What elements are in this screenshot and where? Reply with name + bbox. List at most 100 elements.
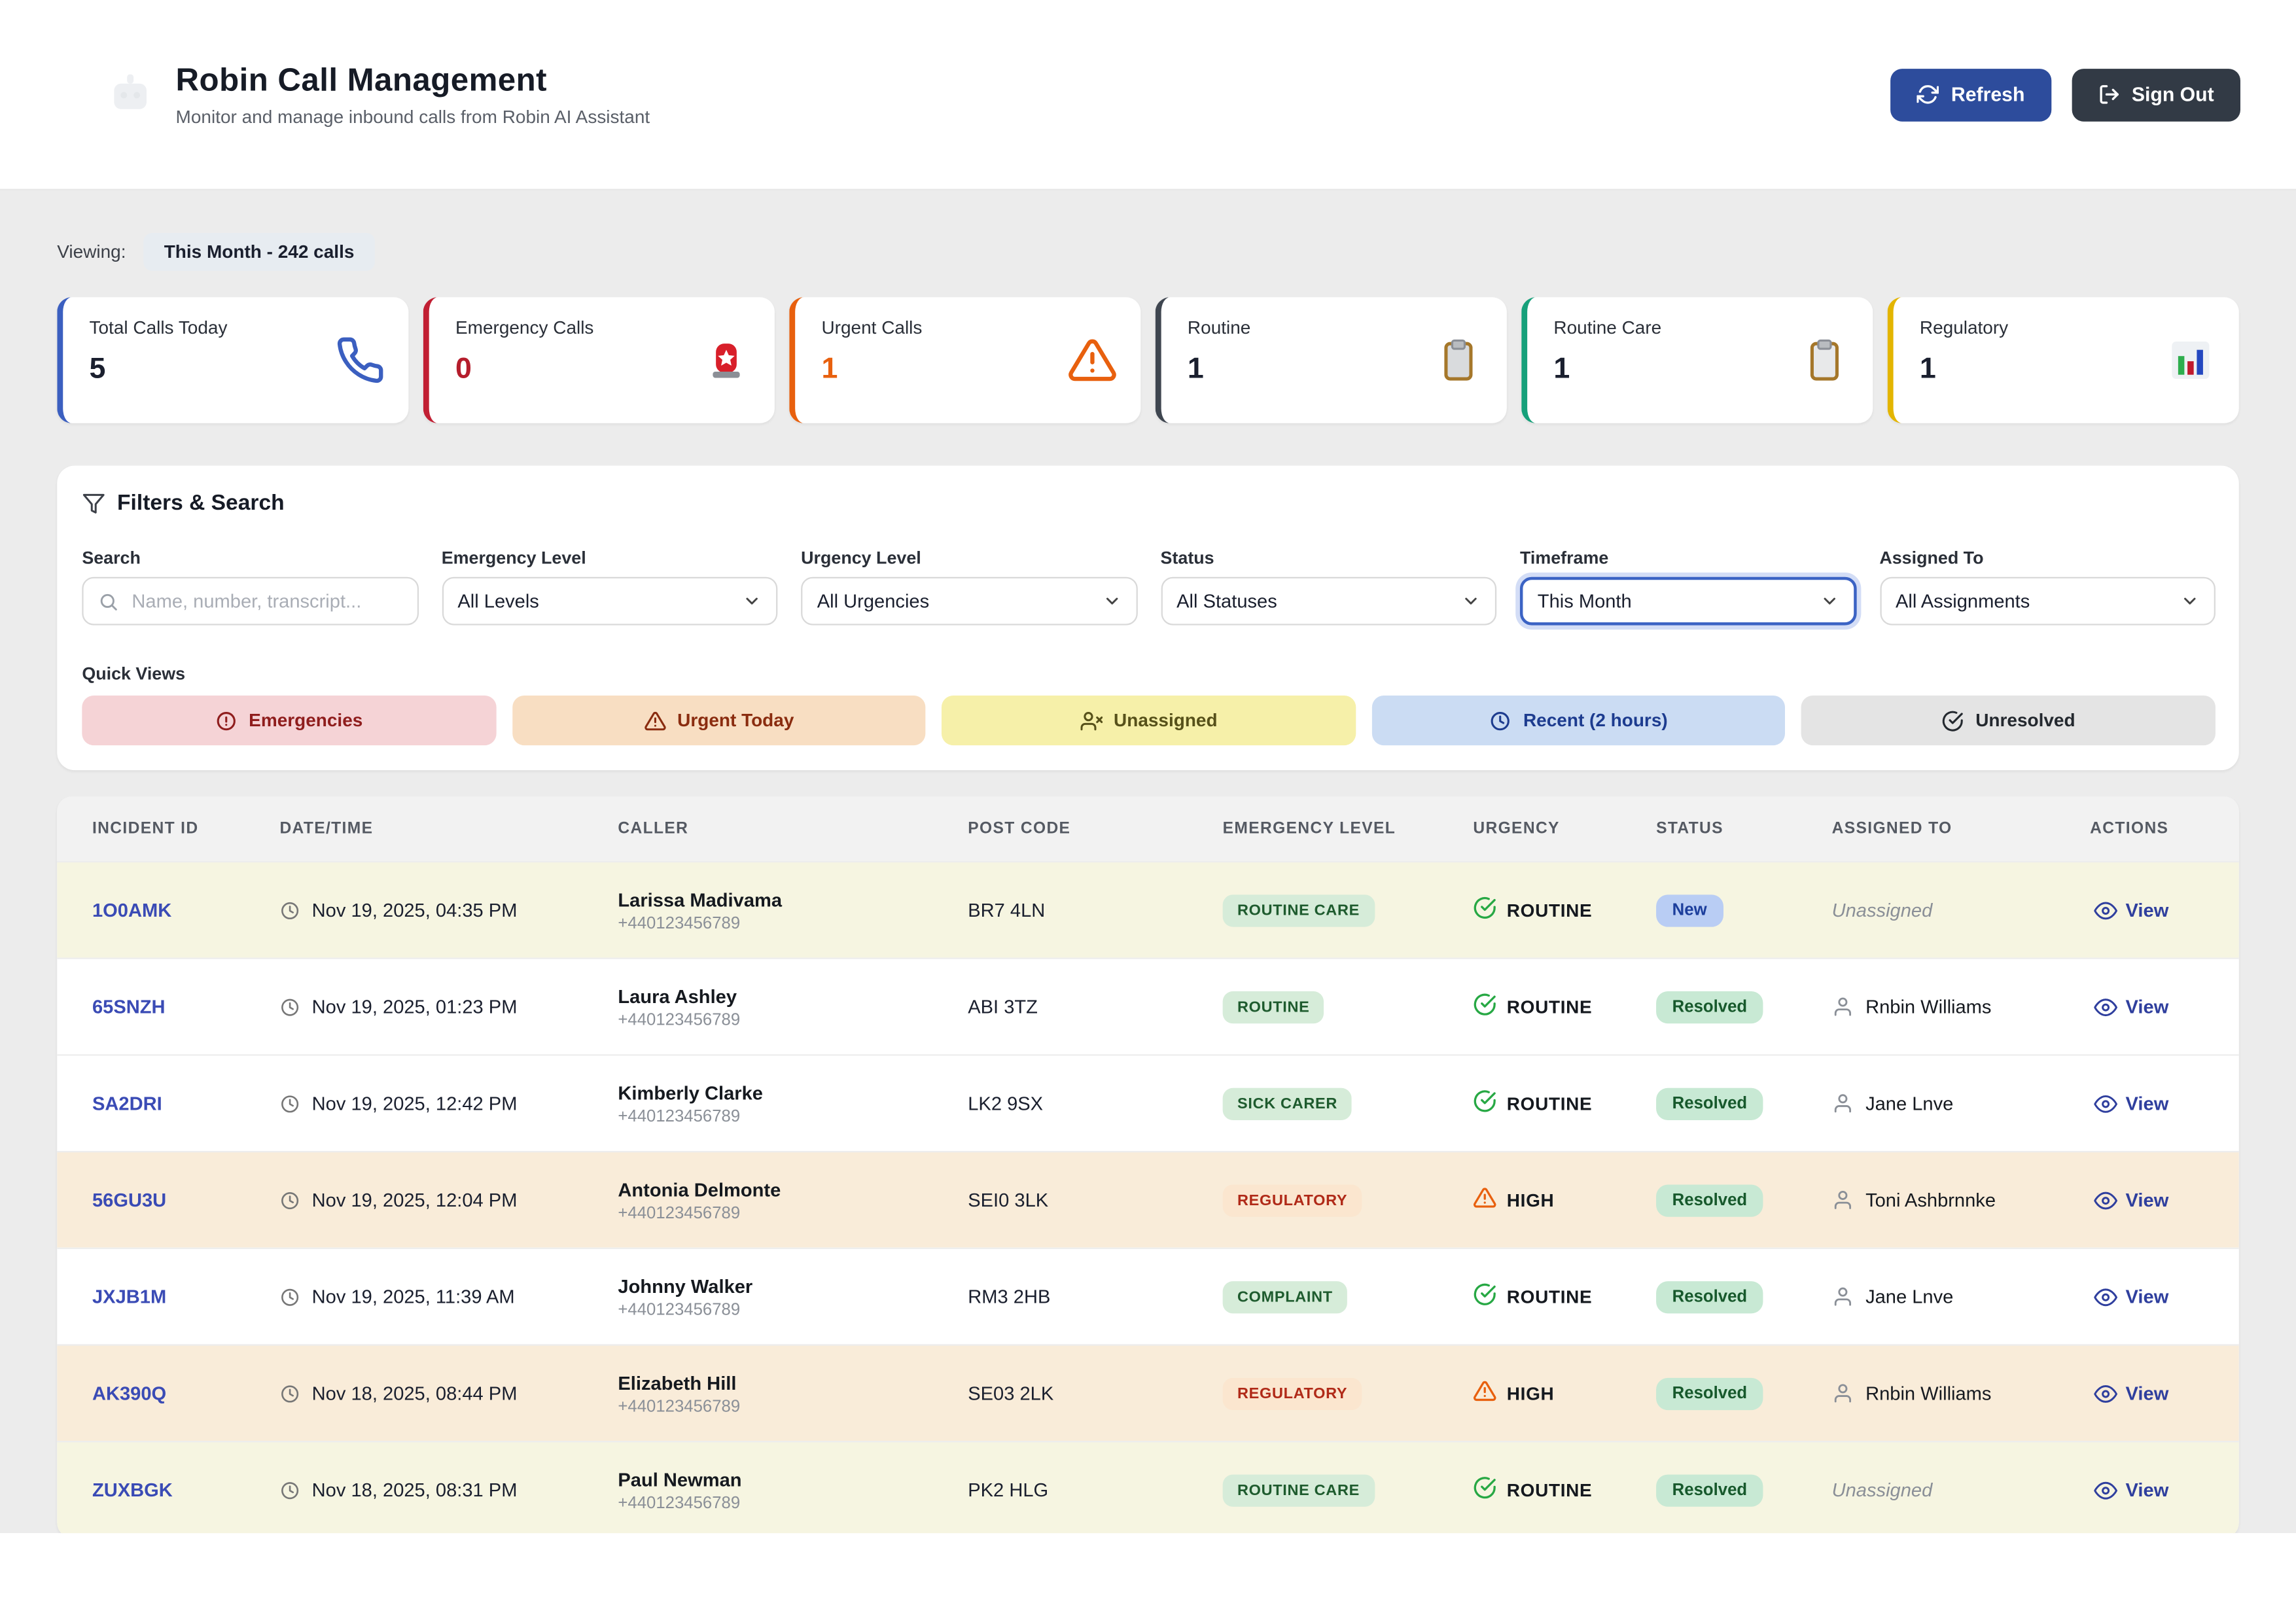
urgency-level-label: Urgency Level (801, 548, 1137, 568)
assigned-unassigned-text: Unassigned (1832, 1479, 1933, 1501)
person-icon (1832, 1383, 1854, 1405)
postcode-cell: LK2 9SX (933, 1092, 1188, 1114)
log-out-icon (2098, 84, 2120, 106)
incident-id-link[interactable]: SA2DRI (57, 1092, 244, 1114)
view-button[interactable]: View (2049, 1285, 2204, 1309)
selected-value: This Month (1538, 590, 1632, 612)
caller-cell: Kimberly Clarke+440123456789 (583, 1082, 933, 1125)
quick-view-unresolved[interactable]: Unresolved (1801, 696, 2215, 745)
app-header: Robin Call Management Monitor and manage… (0, 0, 2296, 190)
stat-card-regulatory: Regulatory 1 (1888, 297, 2239, 423)
quick-view-label: Urgent Today (677, 710, 794, 730)
assigned-name: Rnbin Williams (1865, 1383, 1991, 1405)
view-button[interactable]: View (2049, 1381, 2204, 1405)
table-row: JXJB1MNov 19, 2025, 11:39 AMJohnny Walke… (57, 1248, 2238, 1345)
quick-view-unassigned[interactable]: Unassigned (942, 696, 1355, 745)
urgency-cell: ROUTINE (1438, 993, 1621, 1021)
quick-view-urgent-today[interactable]: Urgent Today (512, 696, 925, 745)
selected-value: All Urgencies (817, 590, 929, 612)
datetime-cell: Nov 19, 2025, 12:04 PM (245, 1189, 583, 1211)
sign-out-button[interactable]: Sign Out (2072, 68, 2240, 121)
incident-id-link[interactable]: AK390Q (57, 1383, 244, 1405)
assigned-cell: Toni Ashbrnnke (1797, 1189, 2049, 1211)
col-datetime: DATE/TIME (245, 820, 583, 838)
urgency-cell: ROUTINE (1438, 896, 1621, 925)
robot-logo-icon (103, 67, 158, 122)
incident-id-link[interactable]: ZUXBGK (57, 1479, 244, 1501)
eye-icon (2093, 1381, 2117, 1405)
col-status: STATUS (1621, 820, 1797, 838)
incident-id-link[interactable]: 1O0AMK (57, 899, 244, 921)
clock-icon (279, 1479, 300, 1500)
refresh-label: Refresh (1951, 84, 2025, 106)
urgency-cell: HIGH (1438, 1186, 1621, 1214)
incident-id-link[interactable]: 56GU3U (57, 1189, 244, 1211)
assigned-cell: Jane Lnve (1797, 1092, 2049, 1114)
caller-cell: Paul Newman+440123456789 (583, 1468, 933, 1511)
assigned-to-group: Assigned To All Assignments (1879, 548, 2216, 626)
emergency-level-label: Emergency Level (442, 548, 778, 568)
view-button[interactable]: View (2049, 1091, 2204, 1115)
assigned-to-select[interactable]: All Assignments (1879, 577, 2216, 626)
status-label: Status (1161, 548, 1497, 568)
urgency-level-select[interactable]: All Urgencies (801, 577, 1137, 626)
clock-icon (279, 1383, 300, 1403)
incident-id-link[interactable]: JXJB1M (57, 1286, 244, 1308)
col-postcode: POST CODE (933, 820, 1188, 838)
postcode-cell: ABI 3TZ (933, 996, 1188, 1018)
col-emergency-level: EMERGENCY LEVEL (1188, 820, 1438, 838)
clock-icon (279, 900, 300, 920)
refresh-icon (1917, 84, 1939, 106)
view-button[interactable]: View (2049, 1188, 2204, 1212)
filter-funnel-icon (82, 491, 105, 515)
refresh-button[interactable]: Refresh (1891, 68, 2051, 121)
check-circle-icon (1473, 993, 1496, 1016)
clock-icon (279, 997, 300, 1017)
quick-view-emergencies[interactable]: Emergencies (82, 696, 495, 745)
postcode-cell: SEI0 3LK (933, 1189, 1188, 1211)
bar-chart-icon (2166, 335, 2216, 385)
person-icon (1832, 996, 1854, 1018)
warning-triangle-icon (1473, 1379, 1496, 1403)
col-assigned-to: ASSIGNED TO (1797, 820, 2049, 838)
emergency-level-group: Emergency Level All Levels (442, 548, 778, 626)
selected-value: All Levels (457, 590, 539, 612)
main-content: Viewing: This Month - 242 calls Total Ca… (0, 190, 2296, 1533)
quick-view-label: Unresolved (1975, 710, 2075, 730)
viewing-badge: This Month - 242 calls (143, 233, 374, 271)
table-row: AK390QNov 18, 2025, 08:44 PMElizabeth Hi… (57, 1344, 2238, 1441)
emergency-level-select[interactable]: All Levels (442, 577, 778, 626)
check-circle-icon (1473, 1476, 1496, 1500)
filters-heading: Filters & Search (117, 491, 285, 516)
timeframe-group: Timeframe This Month (1520, 548, 1856, 626)
view-button[interactable]: View (2049, 1478, 2204, 1502)
quick-view-label: Recent (2 hours) (1523, 710, 1668, 730)
table-row: ZUXBGKNov 18, 2025, 08:31 PMPaul Newman+… (57, 1441, 2238, 1533)
status-select[interactable]: All Statuses (1161, 577, 1497, 626)
search-label: Search (82, 548, 418, 568)
selected-value: All Statuses (1176, 590, 1277, 612)
quick-view-label: Emergencies (249, 710, 362, 730)
postcode-cell: SE03 2LK (933, 1383, 1188, 1405)
timeframe-select[interactable]: This Month (1520, 577, 1856, 626)
check-circle-icon (1473, 1089, 1496, 1113)
view-button[interactable]: View (2049, 995, 2204, 1019)
emergency-level-cell: ROUTINE CARE (1188, 1474, 1438, 1506)
assigned-to-label: Assigned To (1879, 548, 2216, 568)
incident-id-link[interactable]: 65SNZH (57, 996, 244, 1018)
eye-icon (2093, 1188, 2117, 1212)
table-row: 65SNZHNov 19, 2025, 01:23 PMLaura Ashley… (57, 958, 2238, 1055)
status-cell: Resolved (1621, 1474, 1797, 1506)
quick-view-label: Unassigned (1114, 710, 1218, 730)
quick-view-recent[interactable]: Recent (2 hours) (1371, 696, 1785, 745)
clock-icon (1490, 709, 1512, 732)
timeframe-label: Timeframe (1520, 548, 1856, 568)
caller-cell: Antonia Delmonte+440123456789 (583, 1178, 933, 1222)
search-input[interactable] (129, 589, 402, 614)
postcode-cell: RM3 2HB (933, 1286, 1188, 1308)
emergency-level-cell: ROUTINE (1188, 991, 1438, 1023)
assigned-name: Rnbin Williams (1865, 996, 1991, 1018)
view-button[interactable]: View (2049, 898, 2204, 922)
clock-icon (279, 1093, 300, 1114)
status-cell: Resolved (1621, 1087, 1797, 1120)
